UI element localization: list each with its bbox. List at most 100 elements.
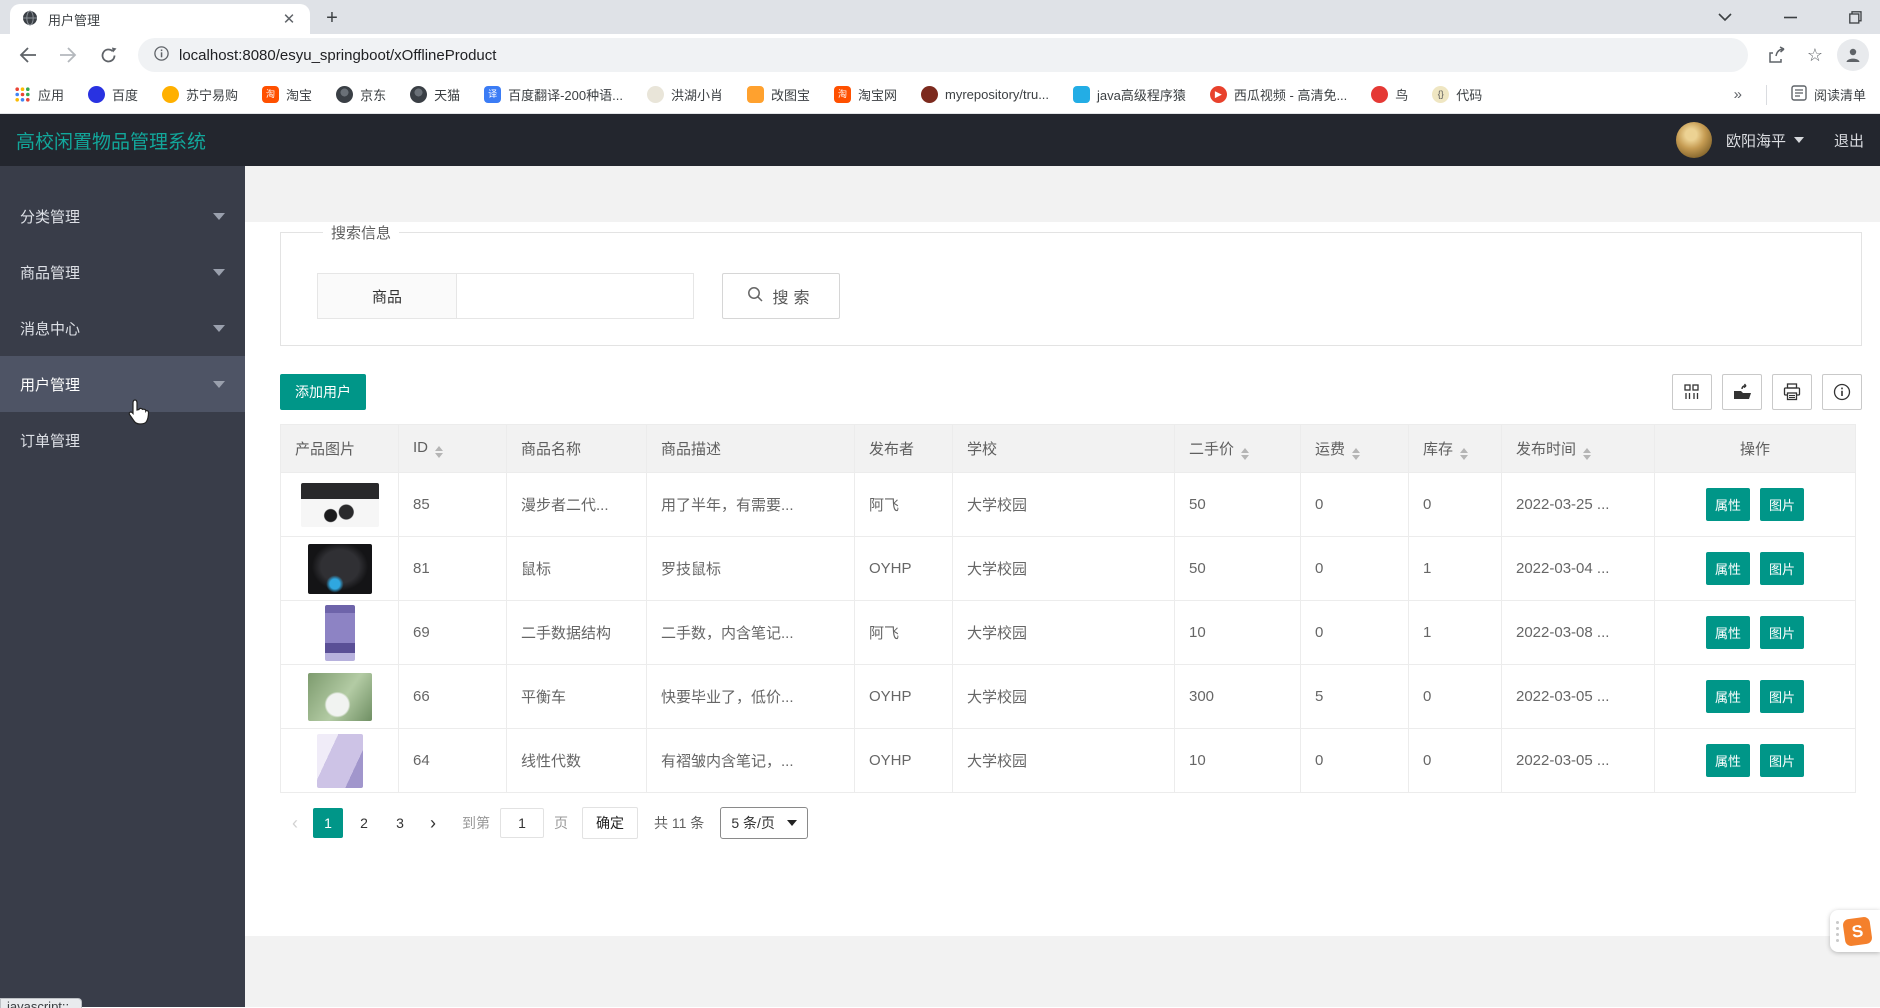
prev-page-button[interactable]: ‹ bbox=[280, 813, 310, 834]
sort-desc-icon[interactable] bbox=[435, 453, 443, 458]
columns-filter-icon[interactable] bbox=[1672, 374, 1712, 410]
user-avatar[interactable] bbox=[1675, 122, 1712, 158]
sidebar-item-category-management[interactable]: 分类管理 bbox=[0, 188, 245, 244]
bookmark-item[interactable]: 天猫 bbox=[410, 85, 460, 104]
forward-button[interactable] bbox=[50, 37, 86, 73]
sort-asc-icon[interactable] bbox=[1583, 447, 1592, 453]
page-button[interactable]: 2 bbox=[349, 808, 379, 838]
page-button[interactable]: 1 bbox=[313, 808, 343, 838]
column-header[interactable]: 二手价 bbox=[1174, 424, 1301, 473]
sidebar-item-product-management[interactable]: 商品管理 bbox=[0, 244, 245, 300]
sidebar-item-message-center[interactable]: 消息中心 bbox=[0, 300, 245, 356]
name-cell: 平衡车 bbox=[506, 664, 647, 729]
bookmark-item[interactable]: 淘淘宝网 bbox=[833, 85, 897, 104]
bookmark-item[interactable]: 苏宁易购 bbox=[162, 85, 238, 104]
bookmarks-overflow-chevron-icon[interactable]: » bbox=[1734, 86, 1742, 103]
picture-button[interactable]: 图片 bbox=[1760, 488, 1805, 521]
bookmark-item[interactable]: 改图宝 bbox=[746, 85, 810, 104]
bookmark-item[interactable]: myrepository/tru... bbox=[921, 86, 1049, 103]
product-image[interactable] bbox=[324, 604, 355, 661]
column-header[interactable]: 运费 bbox=[1300, 424, 1409, 473]
column-header: 操作 bbox=[1654, 424, 1856, 473]
restore-window-button[interactable] bbox=[1849, 10, 1862, 24]
logout-button[interactable]: 退出 bbox=[1834, 130, 1864, 151]
bookmark-item[interactable]: 译百度翻译-200种语... bbox=[484, 85, 623, 104]
sort-icon[interactable] bbox=[1460, 447, 1469, 460]
profile-avatar-icon[interactable] bbox=[1836, 38, 1870, 72]
sort-icon[interactable] bbox=[435, 446, 443, 458]
address-bar[interactable]: localhost:8080/esyu_springboot/xOfflineP… bbox=[138, 38, 1748, 72]
export-icon[interactable] bbox=[1722, 374, 1762, 410]
back-button[interactable] bbox=[10, 37, 46, 73]
column-header[interactable]: ID bbox=[398, 424, 507, 473]
print-icon[interactable] bbox=[1772, 374, 1812, 410]
school-cell: 大学校园 bbox=[952, 664, 1175, 729]
sort-desc-icon[interactable] bbox=[1460, 454, 1469, 460]
confirm-jump-button[interactable]: 确定 bbox=[582, 807, 638, 839]
bookmark-star-icon[interactable]: ☆ bbox=[1798, 38, 1832, 72]
share-icon[interactable] bbox=[1760, 38, 1794, 72]
new-tab-button[interactable]: + bbox=[318, 4, 346, 32]
sort-desc-icon[interactable] bbox=[1241, 454, 1250, 460]
jump-page-input[interactable] bbox=[500, 808, 544, 838]
browser-tab[interactable]: 用户管理 ✕ bbox=[10, 4, 310, 34]
sort-desc-icon[interactable] bbox=[1352, 454, 1361, 460]
sort-icon[interactable] bbox=[1241, 447, 1250, 460]
product-image[interactable] bbox=[316, 733, 363, 788]
picture-button[interactable]: 图片 bbox=[1760, 680, 1805, 713]
bookmark-item[interactable]: 鸟 bbox=[1371, 85, 1408, 104]
sidebar: 分类管理 商品管理消息中心用户管理 订单管理 bbox=[0, 166, 245, 1007]
sidebar-item-order-management[interactable]: 订单管理 bbox=[0, 412, 245, 468]
jump-suffix-label: 页 bbox=[554, 815, 568, 831]
attribute-button[interactable]: 属性 bbox=[1705, 744, 1750, 777]
sort-asc-icon[interactable] bbox=[435, 446, 443, 451]
attribute-button[interactable]: 属性 bbox=[1705, 616, 1750, 649]
info-icon[interactable] bbox=[1822, 374, 1862, 410]
picture-button[interactable]: 图片 bbox=[1760, 744, 1805, 777]
bookmark-item[interactable]: 洪湖小肖 bbox=[646, 85, 723, 104]
site-info-icon[interactable] bbox=[154, 46, 169, 64]
attribute-button[interactable]: 属性 bbox=[1705, 488, 1750, 521]
attribute-button[interactable]: 属性 bbox=[1705, 680, 1750, 713]
bookmark-item[interactable]: 百度 bbox=[88, 85, 138, 104]
sort-icon[interactable] bbox=[1352, 447, 1361, 460]
attribute-button[interactable]: 属性 bbox=[1705, 552, 1750, 585]
search-button[interactable]: 搜索 bbox=[722, 273, 840, 319]
bookmark-item[interactable]: 淘淘宝 bbox=[262, 85, 312, 104]
product-image[interactable] bbox=[300, 482, 379, 527]
sort-icon[interactable] bbox=[1583, 447, 1592, 460]
next-page-button[interactable]: › bbox=[418, 813, 448, 834]
search-button-label: 搜索 bbox=[772, 290, 815, 307]
reading-list-icon bbox=[1791, 85, 1807, 104]
bookmark-item[interactable]: ▶ 西瓜视频 - 高清免... bbox=[1209, 85, 1347, 104]
tab-list-chevron-icon[interactable] bbox=[1718, 12, 1732, 22]
page-button[interactable]: 3 bbox=[385, 808, 415, 838]
product-image[interactable] bbox=[307, 672, 372, 721]
screenshot-tool-button[interactable]: S bbox=[1830, 910, 1880, 952]
reading-list-button[interactable]: 阅读清单 bbox=[1791, 85, 1866, 104]
tab-close-icon[interactable]: ✕ bbox=[280, 10, 298, 28]
picture-button[interactable]: 图片 bbox=[1760, 616, 1805, 649]
user-dropdown-caret-icon[interactable] bbox=[1793, 137, 1804, 148]
add-user-button[interactable]: 添加用户 bbox=[280, 374, 366, 410]
reload-button[interactable] bbox=[90, 37, 126, 73]
sidebar-item-user-management[interactable]: 用户管理 bbox=[0, 356, 245, 412]
sort-asc-icon[interactable] bbox=[1460, 447, 1469, 453]
page-size-select[interactable]: 5 条/页 bbox=[720, 807, 808, 839]
app-header: 高校闲置物品管理系统 欧阳海平 退出 bbox=[0, 114, 1880, 166]
sort-asc-icon[interactable] bbox=[1352, 447, 1361, 453]
user-name[interactable]: 欧阳海平 bbox=[1726, 130, 1786, 151]
picture-button[interactable]: 图片 bbox=[1760, 552, 1805, 585]
sort-asc-icon[interactable] bbox=[1241, 447, 1250, 453]
sidebar-item-label: 消息中心 bbox=[20, 320, 81, 338]
bookmark-item[interactable]: 京东 bbox=[336, 85, 386, 104]
product-image[interactable] bbox=[307, 543, 372, 594]
minimize-button[interactable] bbox=[1784, 16, 1797, 19]
bookmark-item[interactable]: java高级程序猿 bbox=[1073, 85, 1186, 104]
search-input[interactable] bbox=[457, 273, 694, 319]
sort-desc-icon[interactable] bbox=[1583, 454, 1592, 460]
bookmark-item[interactable]: 应用 bbox=[14, 85, 64, 104]
column-header[interactable]: 发布时间 bbox=[1501, 424, 1655, 473]
bookmark-item[interactable]: {} 代码 bbox=[1432, 85, 1482, 104]
column-header[interactable]: 库存 bbox=[1408, 424, 1502, 473]
